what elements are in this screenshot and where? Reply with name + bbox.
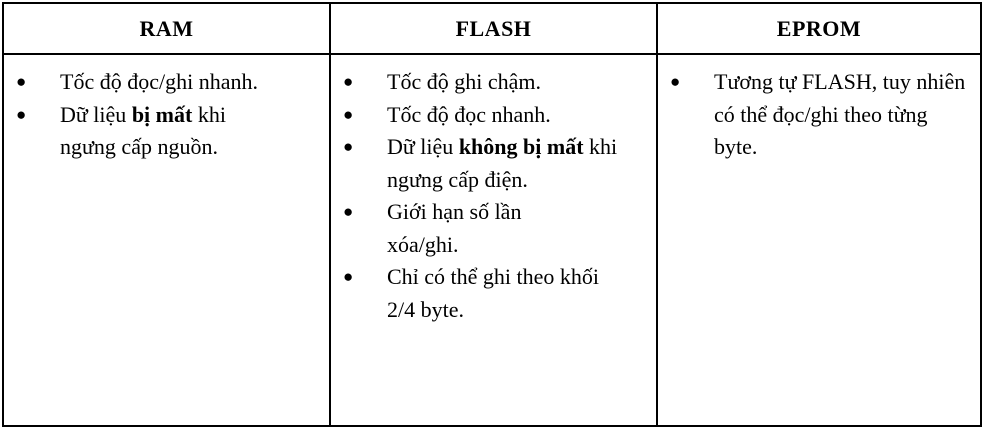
bullet-icon: ●	[343, 72, 354, 91]
list-item: ● Giới hạn số lần xóa/ghi.	[337, 196, 567, 261]
item-text-bold: không bị mất	[458, 134, 584, 159]
eprom-cell: ● Tương tự FLASH, tuy nhiên có thể đọc/g…	[658, 55, 980, 425]
item-text: Tương tự FLASH, tuy nhiên có thể đọc/ghi…	[714, 69, 966, 159]
header-eprom: EPROM	[658, 4, 980, 55]
bullet-icon: ●	[670, 72, 681, 91]
item-text: Chỉ có thể ghi theo khối 2/4 byte.	[387, 264, 600, 322]
list-item: ● Tốc độ đọc/ghi nhanh.	[10, 66, 320, 99]
ram-cell: ● Tốc độ đọc/ghi nhanh. ● Dữ liệu bị mất…	[4, 55, 331, 425]
bullet-icon: ●	[16, 72, 27, 91]
header-ram: RAM	[4, 4, 331, 55]
item-text-before: Dữ liệu	[387, 134, 459, 159]
header-flash: FLASH	[331, 4, 658, 55]
list-item: ● Dữ liệu không bị mất khi ngưng cấp điệ…	[337, 131, 642, 196]
list-item: ● Tốc độ đọc nhanh.	[337, 99, 642, 132]
item-text: Tốc độ đọc/ghi nhanh.	[60, 69, 258, 94]
flash-cell: ● Tốc độ ghi chậm. ● Tốc độ đọc nhanh. ●…	[331, 55, 658, 425]
bullet-icon: ●	[343, 104, 354, 124]
item-text: Tốc độ đọc nhanh.	[387, 101, 551, 127]
comparison-table: RAM FLASH EPROM ● Tốc độ đọc/ghi nhanh. …	[2, 2, 982, 427]
list-item: ● Tương tự FLASH, tuy nhiên có thể đọc/g…	[664, 66, 974, 164]
item-text-bold: bị mất	[131, 101, 193, 127]
ram-list: ● Tốc độ đọc/ghi nhanh. ● Dữ liệu bị mất…	[10, 66, 323, 164]
bullet-icon: ●	[343, 267, 354, 286]
bullet-icon: ●	[343, 202, 354, 221]
bullet-icon: ●	[343, 137, 354, 156]
item-text: Tốc độ ghi chậm.	[387, 69, 541, 94]
list-item: ● Tốc độ ghi chậm.	[337, 66, 642, 99]
eprom-list: ● Tương tự FLASH, tuy nhiên có thể đọc/g…	[664, 66, 974, 164]
item-text-before: Dữ liệu	[60, 101, 132, 127]
list-item: ● Chỉ có thể ghi theo khối 2/4 byte.	[337, 261, 617, 326]
bullet-icon: ●	[16, 104, 27, 124]
flash-list: ● Tốc độ ghi chậm. ● Tốc độ đọc nhanh. ●…	[337, 66, 650, 326]
item-text: Giới hạn số lần xóa/ghi.	[387, 199, 522, 257]
list-item: ● Dữ liệu bị mất khi ngưng cấp nguồn.	[10, 99, 278, 164]
